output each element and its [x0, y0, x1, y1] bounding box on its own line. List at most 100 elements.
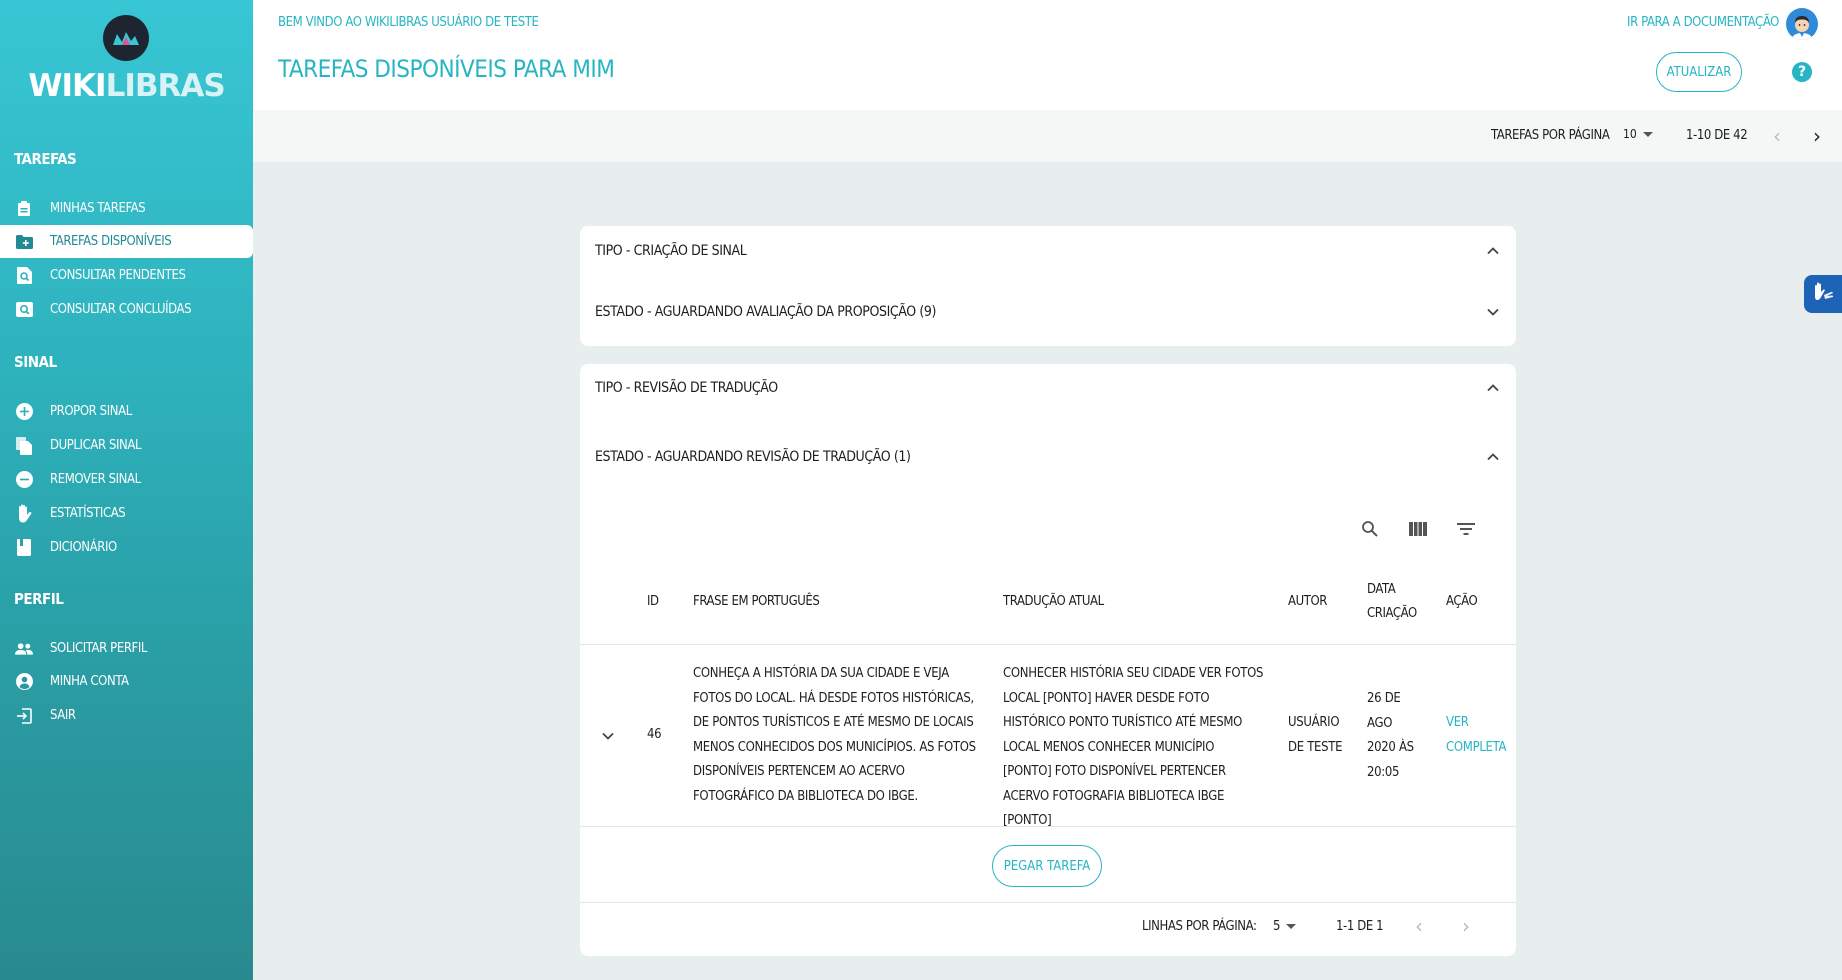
page-title: Tarefas disponíveis para mim [278, 55, 615, 83]
dropdown-arrow-icon [1286, 924, 1297, 929]
cell-author: Usuário de Teste [1288, 715, 1343, 755]
sidebar: WIKILIBRAS Tarefas Minhas tarefas Tarefa… [0, 0, 253, 980]
columns-icon[interactable] [1408, 519, 1428, 539]
search-doc-icon [15, 267, 33, 285]
sidebar-item-propor-sinal[interactable]: Propor sinal [0, 395, 253, 428]
table-next-page-icon[interactable]: › [1462, 914, 1470, 938]
book-icon [15, 539, 33, 557]
rows-per-page-value: 5 [1273, 919, 1281, 934]
sidebar-item-label: Remover sinal [50, 472, 141, 487]
rows-range: 1-1 de 1 [1336, 919, 1384, 934]
wikilibras-logo [103, 15, 149, 61]
next-page-icon[interactable]: › [1813, 124, 1821, 148]
cell-id: 46 [647, 727, 662, 742]
add-circle-icon [15, 403, 33, 421]
search-icon[interactable] [1360, 519, 1380, 539]
view-complete-link[interactable]: Ver completa [1446, 711, 1506, 760]
group-type-header[interactable]: Tipo - Revisão de tradução [595, 373, 1501, 403]
table-toolbar [1360, 519, 1476, 539]
tasks-per-page-select[interactable]: 10 [1623, 127, 1653, 141]
sidebar-item-minha-conta[interactable]: Minha conta [0, 665, 253, 698]
section-title-perfil: Perfil [14, 590, 64, 608]
sidebar-item-minhas-tarefas[interactable]: Minhas tarefas [0, 192, 253, 225]
tasks-range: 1-10 de 42 [1686, 128, 1748, 143]
section-title-sinal: Sinal [14, 353, 57, 371]
logout-icon [15, 707, 33, 725]
sidebar-item-consultar-concluidas[interactable]: Consultar concluídas [0, 293, 253, 326]
table-footer-divider [580, 902, 1516, 903]
tasks-per-page-label: Tarefas por página [1491, 128, 1610, 143]
dropdown-arrow-icon [1642, 131, 1653, 137]
previous-page-icon[interactable]: ‹ [1773, 124, 1781, 148]
chevron-up-icon [1487, 247, 1499, 255]
group-state-label: Estado - Aguardando avaliação da proposi… [595, 304, 937, 320]
section-title-tarefas: Tarefas [14, 150, 77, 168]
sidebar-item-estatisticas[interactable]: Estatísticas [0, 497, 253, 530]
group-state-label: Estado - Aguardando revisão de tradução … [595, 449, 911, 465]
brand-name: WIKILIBRAS [0, 68, 253, 104]
folder-plus-icon [15, 233, 33, 251]
sidebar-item-remover-sinal[interactable]: Remover sinal [0, 463, 253, 496]
take-task-button[interactable]: Pegar tarefa [992, 845, 1102, 887]
column-header-author[interactable]: Autor [1288, 590, 1327, 614]
expand-row-icon[interactable] [600, 728, 616, 748]
column-header-id[interactable]: Id [647, 590, 659, 614]
sidebar-item-label: Minhas tarefas [50, 201, 146, 216]
sidebar-item-label: Sair [50, 708, 76, 723]
sidebar-item-tarefas-disponiveis[interactable]: Tarefas disponíveis [0, 225, 253, 258]
copy-icon [15, 436, 33, 455]
group-type-label: Tipo - Criação de sinal [595, 243, 747, 259]
column-header-date[interactable]: Data criação [1367, 578, 1419, 626]
table-row-divider [580, 826, 1516, 827]
rows-per-page-select[interactable]: 5 [1273, 919, 1297, 934]
search-image-icon [15, 301, 33, 319]
documentation-link[interactable]: Ir para a documentação [1627, 15, 1779, 30]
cell-date: 26 de ago 2020 às 20:05 [1367, 691, 1414, 780]
filter-icon[interactable] [1456, 519, 1476, 539]
help-icon[interactable]: ? [1792, 62, 1812, 82]
remove-circle-icon [15, 471, 33, 489]
rows-per-page-label: Linhas por página: [1142, 919, 1257, 934]
sidebar-item-consultar-pendentes[interactable]: Consultar pendentes [0, 259, 253, 292]
tasks-pager: Tarefas por página 10 1-10 de 42 ‹ › [253, 110, 1842, 162]
sidebar-item-label: Propor sinal [50, 404, 132, 419]
sidebar-item-label: Tarefas disponíveis [50, 234, 172, 249]
group-state-header[interactable]: Estado - Aguardando avaliação da proposi… [595, 297, 1501, 327]
cell-translation: CONHECER HISTÓRIA SEU CIDADE VER FOTOS L… [1003, 666, 1264, 828]
sidebar-item-label: Solicitar perfil [50, 641, 148, 656]
sidebar-item-label: Estatísticas [50, 506, 126, 521]
tasks-per-page-value: 10 [1623, 127, 1637, 141]
sidebar-item-dicionario[interactable]: Dicionário [0, 531, 253, 564]
account-circle-icon [15, 673, 33, 691]
clipboard-icon [15, 200, 33, 218]
chevron-up-icon [1487, 453, 1499, 461]
brand-second: LIBRAS [105, 68, 226, 104]
chevron-down-icon [1487, 308, 1499, 316]
sidebar-item-label: Dicionário [50, 540, 117, 555]
people-icon [15, 640, 33, 658]
chevron-up-icon [1487, 384, 1499, 392]
refresh-button[interactable]: Atualizar [1656, 52, 1742, 92]
table-previous-page-icon[interactable]: ‹ [1415, 914, 1423, 938]
hand-icon [15, 504, 33, 523]
vlibras-accessibility-button[interactable] [1804, 275, 1842, 313]
welcome-message: Bem vindo ao WikiLibras Usuário de Teste [278, 15, 539, 30]
brand-first: WIKI [28, 68, 106, 104]
group-type-header[interactable]: Tipo - Criação de sinal [595, 236, 1501, 266]
sidebar-item-label: Minha conta [50, 674, 129, 689]
sidebar-item-label: Consultar concluídas [50, 302, 192, 317]
column-header-phrase[interactable]: Frase em português [693, 590, 820, 614]
column-header-action[interactable]: Ação [1446, 590, 1478, 614]
sidebar-item-label: Duplicar sinal [50, 438, 142, 453]
sign-language-hands-icon [1811, 281, 1835, 307]
cell-phrase: Conheça a história da sua cidade e veja … [693, 666, 976, 804]
sidebar-item-label: Consultar pendentes [50, 268, 186, 283]
sidebar-item-duplicar-sinal[interactable]: Duplicar sinal [0, 429, 253, 462]
sidebar-item-sair[interactable]: Sair [0, 699, 253, 732]
column-header-translation[interactable]: Tradução atual [1003, 590, 1104, 614]
sidebar-item-solicitar-perfil[interactable]: Solicitar perfil [0, 632, 253, 665]
table-header-divider [580, 644, 1516, 645]
user-avatar[interactable] [1786, 8, 1818, 40]
group-state-header[interactable]: Estado - Aguardando revisão de tradução … [595, 442, 1501, 472]
task-group-criacao-de-sinal: Tipo - Criação de sinal Estado - Aguarda… [580, 226, 1516, 346]
